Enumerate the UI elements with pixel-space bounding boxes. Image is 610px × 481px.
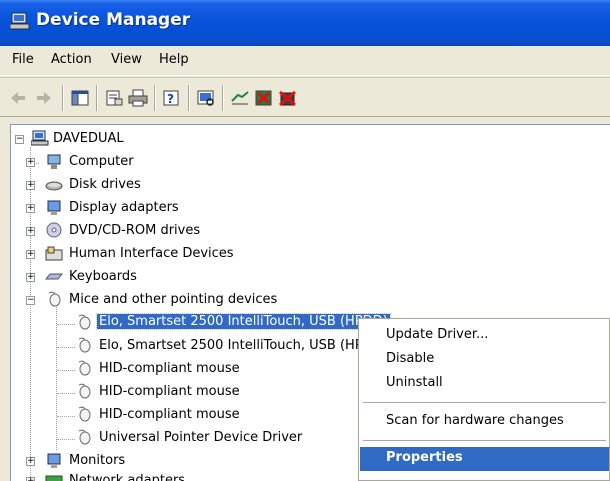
back-arrow-icon[interactable] xyxy=(8,89,28,107)
expand-button[interactable]: + xyxy=(26,227,35,236)
mouse-icon xyxy=(48,291,61,307)
tree-item-network-adapters[interactable]: + Network adapters xyxy=(11,471,411,481)
mouse-icon xyxy=(78,406,91,422)
tree-line xyxy=(57,416,75,417)
menu-item-label: Properties xyxy=(386,450,463,465)
context-menu: Update Driver... Disable Uninstall Scan … xyxy=(358,318,610,481)
tree-line xyxy=(57,393,75,394)
device-label: HID-compliant mouse xyxy=(99,407,240,422)
toolbar: ? xyxy=(0,77,610,117)
category-label: Monitors xyxy=(69,453,126,468)
mouse-icon xyxy=(78,383,91,399)
computer-icon xyxy=(47,154,61,169)
menu-action[interactable]: Action xyxy=(51,52,92,67)
menu-item-uninstall[interactable]: Uninstall xyxy=(360,372,609,396)
menu-item-label: Scan for hardware changes xyxy=(386,413,564,428)
help-icon[interactable]: ? xyxy=(162,89,182,107)
title-bar[interactable]: Device Manager xyxy=(0,0,610,46)
window-title: Device Manager xyxy=(36,10,191,30)
forward-arrow-icon[interactable] xyxy=(34,89,54,107)
expand-button[interactable]: + xyxy=(26,181,35,190)
tree-item-dvd-drives[interactable]: + DVD/CD-ROM drives xyxy=(11,221,411,243)
menu-item-label: Uninstall xyxy=(386,375,443,390)
menu-item-label: Update Driver... xyxy=(386,327,489,342)
keyboard-icon xyxy=(45,273,63,280)
tree-line xyxy=(57,370,75,371)
device-label: Universal Pointer Device Driver xyxy=(99,430,303,445)
monitor-icon xyxy=(47,453,61,468)
device-label: Elo, Smartset 2500 IntelliTouch, USB (HP… xyxy=(96,313,391,330)
computer-icon xyxy=(10,12,30,30)
tree-item-monitors[interactable]: + Monitors xyxy=(11,451,411,473)
device-label: Elo, Smartset 2500 IntelliTouch, USB (HP… xyxy=(99,338,388,353)
expand-button[interactable]: + xyxy=(26,273,35,282)
tree-line xyxy=(57,347,75,348)
category-label: DVD/CD-ROM drives xyxy=(69,223,201,238)
category-label: Mice and other pointing devices xyxy=(69,292,278,307)
menu-bar: File Action View Help xyxy=(0,46,610,76)
network-adapter-icon xyxy=(45,475,63,481)
category-label: Disk drives xyxy=(69,177,141,192)
expand-button[interactable]: + xyxy=(26,204,35,213)
collapse-button[interactable]: − xyxy=(26,296,35,305)
category-label: Network adapters xyxy=(69,473,186,481)
toolbar-separator xyxy=(96,85,98,111)
expand-button[interactable]: + xyxy=(26,158,35,167)
menu-item-disable[interactable]: Disable xyxy=(360,348,609,372)
device-label: HID-compliant mouse xyxy=(99,384,240,399)
mouse-icon xyxy=(78,337,91,353)
toolbar-separator xyxy=(62,85,64,111)
category-label: Human Interface Devices xyxy=(69,246,234,261)
properties-icon[interactable] xyxy=(104,89,124,107)
category-label: Computer xyxy=(69,154,134,169)
collapse-button[interactable]: − xyxy=(15,135,24,144)
mouse-icon xyxy=(78,314,91,330)
scan-hardware-icon[interactable] xyxy=(196,89,216,107)
menu-help[interactable]: Help xyxy=(159,52,189,67)
expand-button[interactable]: + xyxy=(26,250,35,259)
menu-view[interactable]: View xyxy=(111,52,142,67)
category-label: Display adapters xyxy=(69,200,179,215)
menu-item-scan-hardware[interactable]: Scan for hardware changes xyxy=(360,410,609,434)
device-label: HID-compliant mouse xyxy=(99,361,240,376)
update-driver-icon[interactable] xyxy=(230,89,250,107)
menu-item-update-driver[interactable]: Update Driver... xyxy=(360,324,609,348)
expand-button[interactable]: + xyxy=(26,477,35,481)
mouse-icon xyxy=(78,429,91,445)
uninstall-icon[interactable] xyxy=(254,89,274,107)
tree-item-display-adapters[interactable]: + Display adapters xyxy=(11,198,411,220)
tree-item-disk-drives[interactable]: + Disk drives xyxy=(11,175,411,197)
tree-item-hid[interactable]: + Human Interface Devices xyxy=(11,244,411,266)
computer-icon xyxy=(31,130,49,146)
tree-item-mice[interactable]: − Mice and other pointing devices xyxy=(11,290,411,312)
svg-text:?: ? xyxy=(167,92,174,106)
menu-item-label: Disable xyxy=(386,351,435,366)
menu-item-properties[interactable]: Properties xyxy=(360,447,609,471)
category-label: Keyboards xyxy=(69,269,137,284)
tree-item-keyboards[interactable]: + Keyboards xyxy=(11,267,411,289)
display-adapter-icon xyxy=(47,200,61,215)
tree-line xyxy=(57,439,75,440)
disk-drive-icon xyxy=(45,181,63,191)
menu-separator xyxy=(363,402,606,403)
cd-rom-icon xyxy=(46,222,62,238)
toolbar-separator xyxy=(188,85,190,111)
tree-item-computer[interactable]: + Computer xyxy=(11,152,411,174)
menu-file[interactable]: File xyxy=(12,52,34,67)
toolbar-separator xyxy=(222,85,224,111)
show-hide-tree-icon[interactable] xyxy=(70,89,90,107)
tree-line xyxy=(57,324,75,325)
disable-icon[interactable] xyxy=(278,89,298,107)
expand-button[interactable]: + xyxy=(26,457,35,466)
root-label: DAVEDUAL xyxy=(53,131,124,146)
toolbar-separator xyxy=(154,85,156,111)
tree-root[interactable]: − DAVEDUAL xyxy=(11,129,311,151)
print-icon[interactable] xyxy=(128,89,148,107)
mouse-icon xyxy=(78,360,91,376)
menu-separator xyxy=(363,440,606,441)
hid-icon xyxy=(45,246,63,261)
